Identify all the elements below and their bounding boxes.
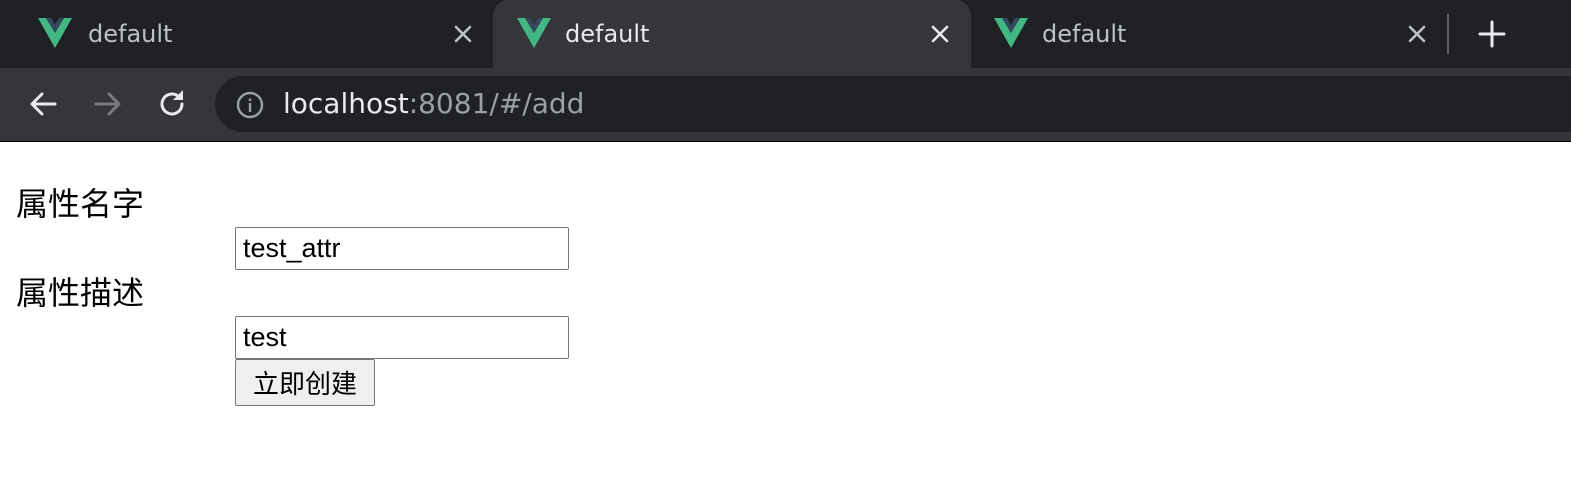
attr-desc-label: 属性描述	[16, 274, 145, 312]
new-tab-plus-icon[interactable]	[1474, 16, 1510, 52]
tab-strip: default default default	[0, 0, 1571, 68]
browser-tab[interactable]: default	[0, 0, 492, 68]
browser-toolbar: localhost:8081/#/add	[0, 68, 1571, 141]
attr-name-label: 属性名字	[16, 185, 145, 223]
vue-logo-icon	[517, 18, 551, 48]
tab-separator	[1447, 14, 1449, 54]
close-icon[interactable]	[928, 22, 952, 46]
browser-tab[interactable]: default	[972, 0, 1446, 68]
info-icon[interactable]	[235, 90, 265, 120]
forward-arrow-icon[interactable]	[90, 86, 126, 122]
attr-desc-input[interactable]	[235, 316, 569, 359]
url-host: localhost	[283, 87, 409, 120]
vue-logo-icon	[994, 18, 1028, 48]
url-text[interactable]: localhost:8081/#/add	[283, 86, 584, 122]
url-path: :8081/#/add	[408, 87, 585, 120]
reload-icon[interactable]	[154, 86, 190, 122]
create-button[interactable]: 立即创建	[235, 359, 375, 406]
browser-tab-active[interactable]: default	[493, 0, 971, 68]
attr-name-input[interactable]	[235, 227, 569, 270]
page-content: 属性名字 属性描述 立即创建	[0, 142, 1571, 493]
close-icon[interactable]	[451, 22, 475, 46]
vue-logo-icon	[38, 18, 72, 48]
back-arrow-icon[interactable]	[25, 86, 61, 122]
address-bar[interactable]: localhost:8081/#/add	[215, 76, 1571, 132]
tab-title: default	[565, 20, 650, 48]
tab-title: default	[88, 20, 173, 48]
close-icon[interactable]	[1405, 22, 1429, 46]
tab-title: default	[1042, 20, 1127, 48]
